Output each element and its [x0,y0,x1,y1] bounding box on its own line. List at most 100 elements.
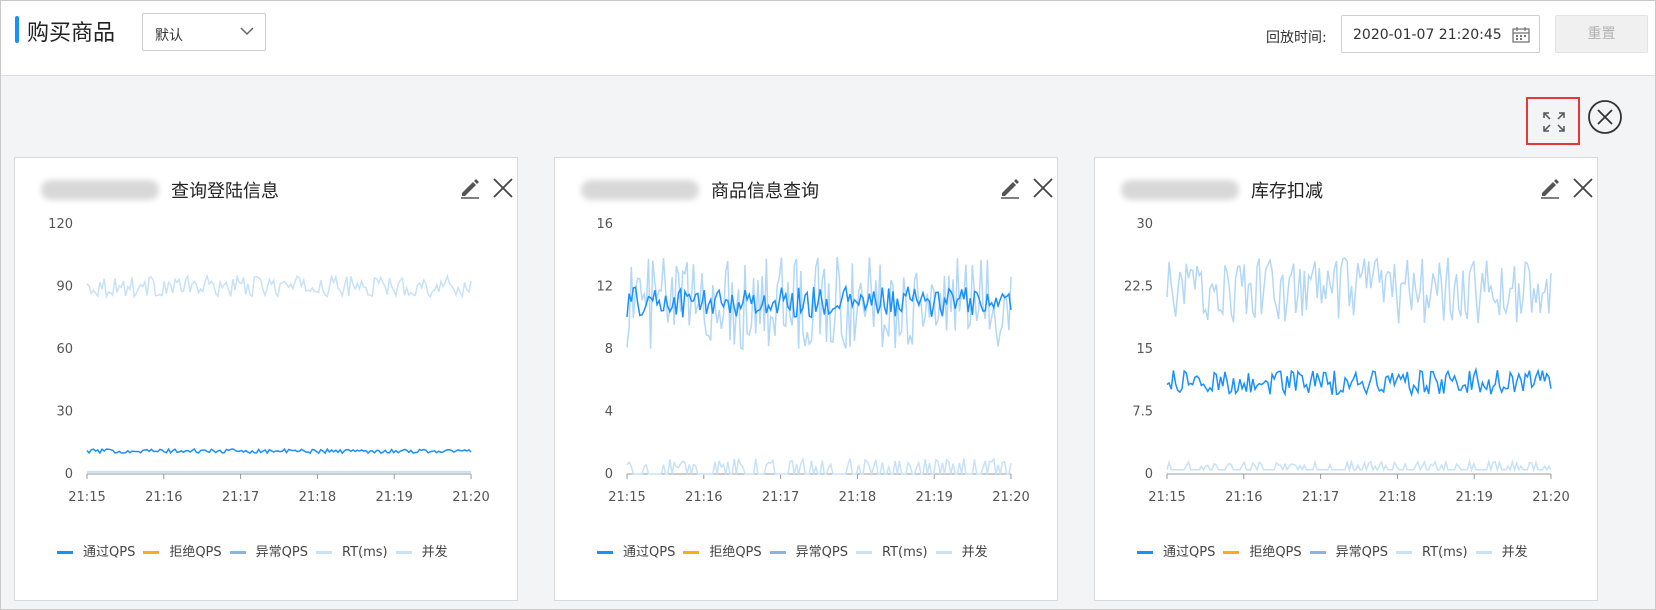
card-title: 库存扣减 [1251,181,1323,202]
legend-swatch [1395,551,1412,554]
title-accent [15,16,19,43]
chevron-down-icon [239,23,255,43]
y-tick-label: 30 [56,405,73,420]
legend-item[interactable]: 异常QPS [229,541,308,560]
legend-label: RT(ms) [1421,545,1468,560]
legend-label: 拒绝QPS [709,545,762,560]
x-tick-label: 21:20 [452,490,489,505]
x-tick-label: 21:15 [1148,490,1185,505]
calendar-icon[interactable] [1511,25,1531,49]
mode-select[interactable]: 默认 [142,13,266,51]
x-tick-label: 21:19 [1455,490,1492,505]
x-tick-label: 21:19 [915,490,952,505]
x-tick-label: 21:18 [839,490,876,505]
legend-item[interactable]: 异常QPS [769,541,848,560]
y-tick-label: 7.5 [1132,405,1153,420]
reset-button[interactable]: 重置 [1555,15,1648,53]
legend-label: 通过QPS [83,545,136,560]
legend-item[interactable]: 通过QPS [57,541,135,560]
replay-time-value: 2020-01-07 21:20:45 [1353,27,1502,43]
series-line [1166,257,1552,324]
close-icon [1573,178,1593,198]
expand-icon [1543,112,1565,132]
legend-label: RT(ms) [341,545,388,560]
legend-swatch [935,551,952,554]
chart-card: 库存扣减 0 7.5 15 22.5 30 21:15 21:16 21:17 21:18 21:… [1094,157,1598,601]
legend-label: 异常QPS [255,545,308,560]
card-title: 查询登陆信息 [171,181,279,202]
legend-swatch [395,551,412,554]
close-icon [493,178,513,198]
chart-legend: 通过QPS 拒绝QPS 异常QPS RT(ms) 并发 [1137,541,1536,561]
top-bar: 购买商品 默认 回放时间: 2020-01-07 21:20:45 重置 [1,1,1655,76]
replay-time-input[interactable]: 2020-01-07 21:20:45 [1341,15,1540,53]
y-tick-label: 30 [1136,217,1153,232]
legend-swatch [597,551,613,554]
legend-swatch [57,551,73,554]
x-tick-label: 21:17 [1302,490,1339,505]
x-tick-label: 21:18 [299,490,336,505]
legend-item[interactable]: 拒绝QPS [683,541,762,560]
edit-button[interactable] [1538,176,1562,200]
legend-swatch [1475,551,1492,554]
legend-swatch [1137,551,1153,554]
y-tick-label: 22.5 [1124,280,1153,295]
pencil-icon [1541,179,1559,199]
legend-item[interactable]: 拒绝QPS [143,541,222,560]
legend-item[interactable]: RT(ms) [315,545,388,560]
x-tick-label: 21:20 [1532,490,1569,505]
x-tick-label: 21:18 [1379,490,1416,505]
close-card-button[interactable] [491,176,515,200]
x-tick-label: 21:15 [68,490,105,505]
legend-item[interactable]: 拒绝QPS [1223,541,1302,560]
legend-item[interactable]: RT(ms) [1395,545,1468,560]
legend-item[interactable]: 并发 [395,541,448,560]
app-frame: 购买商品 默认 回放时间: 2020-01-07 21:20:45 重置 查询登… [0,0,1656,610]
x-tick-label: 21:17 [762,490,799,505]
series-line [86,273,472,300]
series-line [1166,458,1552,473]
legend-item[interactable]: RT(ms) [855,545,928,560]
replay-time-label: 回放时间: [1266,30,1327,46]
legend-label: 拒绝QPS [169,545,222,560]
legend-swatch [315,551,332,554]
y-tick-label: 0 [65,467,73,482]
legend-label: 异常QPS [1335,545,1388,560]
legend-item[interactable]: 并发 [935,541,988,560]
x-tick-label: 21:16 [685,490,722,505]
legend-swatch [1223,551,1240,554]
close-circle-button[interactable] [1587,99,1623,135]
legend-item[interactable]: 并发 [1475,541,1528,560]
close-icon [1033,178,1053,198]
y-tick-label: 8 [605,342,613,357]
close-card-button[interactable] [1571,176,1595,200]
chart: 0 4 8 12 16 21:15 21:16 21:17 21:18 21:19 21:20 [596,217,1029,505]
x-tick-label: 21:16 [145,490,182,505]
x-tick-label: 21:17 [222,490,259,505]
blurred-resource-tag [41,180,159,200]
legend-swatch [229,551,246,554]
close-card-button[interactable] [1031,176,1055,200]
series-line [626,456,1012,477]
legend-item[interactable]: 通过QPS [597,541,675,560]
legend-label: 拒绝QPS [1249,545,1302,560]
legend-item[interactable]: 通过QPS [1137,541,1215,560]
y-tick-label: 0 [605,467,613,482]
y-tick-label: 90 [56,280,73,295]
chart-legend: 通过QPS 拒绝QPS 异常QPS RT(ms) 并发 [597,541,996,561]
edit-button[interactable] [998,176,1022,200]
fullscreen-button[interactable] [1526,97,1580,145]
legend-item[interactable]: 异常QPS [1309,541,1388,560]
y-tick-label: 16 [596,217,613,232]
edit-button[interactable] [458,176,482,200]
legend-swatch [1309,551,1326,554]
legend-label: 并发 [961,545,988,560]
blurred-resource-tag [1121,180,1239,200]
pencil-icon [1001,179,1019,199]
legend-label: 异常QPS [795,545,848,560]
chart: 0 7.5 15 22.5 30 21:15 21:16 21:17 21:18 21:19 21:… [1124,217,1570,505]
chart-card: 商品信息查询 0 4 8 12 16 21:15 21:16 21:17 21:18 21:19 2… [554,157,1058,601]
legend-label: 并发 [421,545,448,560]
legend-swatch [855,551,872,554]
legend-swatch [769,551,786,554]
